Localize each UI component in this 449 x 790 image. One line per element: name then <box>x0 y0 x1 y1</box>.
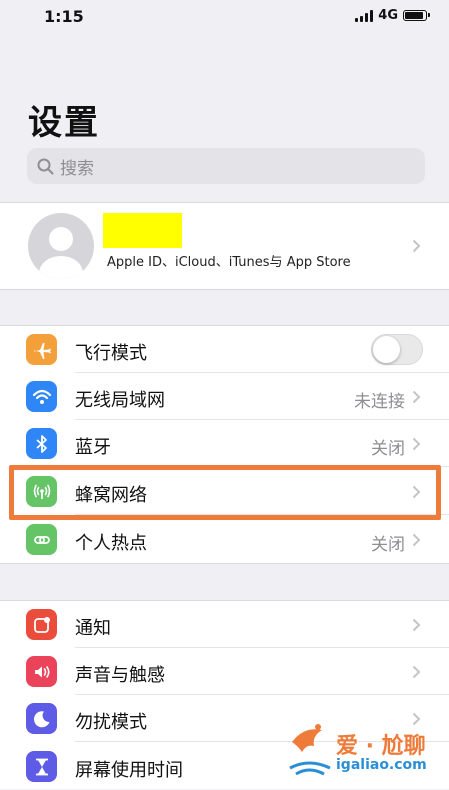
notifications-icon <box>26 609 57 640</box>
battery-icon <box>403 10 430 21</box>
bluetooth-label: 蓝牙 <box>75 437 111 458</box>
speaker-icon <box>26 656 57 687</box>
chevron-right-icon <box>412 665 421 679</box>
chevron-right-icon <box>412 239 421 253</box>
chevron-right-icon <box>412 533 421 547</box>
bluetooth-icon <box>26 428 57 459</box>
notifications-row[interactable]: 通知 <box>0 601 449 648</box>
hotspot-icon <box>26 524 57 555</box>
chevron-right-icon <box>412 390 421 404</box>
divider <box>0 563 449 564</box>
search-placeholder: 搜索 <box>60 158 94 179</box>
status-time: 1:15 <box>44 7 84 26</box>
screen-time-label: 屏幕使用时间 <box>75 760 183 781</box>
airplane-mode-toggle[interactable] <box>371 334 423 365</box>
watermark-text: 爱 · 尬聊 <box>336 734 426 759</box>
toggle-knob <box>373 336 400 363</box>
wifi-value: 未连接 <box>354 392 405 412</box>
hourglass-icon <box>26 751 57 782</box>
bluetooth-row[interactable]: 蓝牙 关闭 <box>0 420 449 467</box>
hotspot-row[interactable]: 个人热点 关闭 <box>0 516 449 563</box>
page-title: 设置 <box>28 103 100 143</box>
network-type: 4G <box>378 8 398 23</box>
redacted-name <box>103 213 182 248</box>
wifi-row[interactable]: 无线局域网 未连接 <box>0 373 449 420</box>
chevron-right-icon <box>412 437 421 451</box>
search-icon <box>37 158 54 174</box>
sounds-label: 声音与触感 <box>75 665 165 686</box>
divider <box>0 289 449 290</box>
sounds-row[interactable]: 声音与触感 <box>0 648 449 695</box>
highlight-box <box>9 465 441 520</box>
notifications-label: 通知 <box>75 618 111 639</box>
status-bar: 1:15 4G <box>0 0 449 34</box>
avatar <box>28 213 94 279</box>
airplane-icon <box>26 334 57 365</box>
hotspot-label: 个人热点 <box>75 533 147 554</box>
wifi-label: 无线局域网 <box>75 390 165 411</box>
airplane-mode-row: 飞行模式 <box>0 326 449 373</box>
search-input[interactable]: 搜索 <box>27 148 425 184</box>
person-icon <box>39 227 83 279</box>
profile-subtitle: Apple ID、iCloud、iTunes与 App Store <box>107 255 351 270</box>
battery-level <box>405 12 423 19</box>
watermark-url: igaliao.com <box>336 757 427 773</box>
moon-icon <box>26 703 57 734</box>
airplane-mode-label: 飞行模式 <box>75 343 147 364</box>
dnd-label: 勿扰模式 <box>75 712 147 733</box>
hotspot-value: 关闭 <box>371 535 405 555</box>
signal-icon <box>355 9 374 22</box>
status-indicators: 4G <box>355 8 430 23</box>
wifi-icon <box>26 381 57 412</box>
bluetooth-value: 关闭 <box>371 439 405 459</box>
chevron-right-icon <box>412 618 421 632</box>
watermark-logo <box>289 724 331 776</box>
apple-id-row[interactable] <box>0 203 449 289</box>
watermark: 爱 · 尬聊 igaliao.com <box>284 722 444 782</box>
connectivity-group: 飞行模式 无线局域网 未连接 蓝牙 关闭 蜂窝网络 个人热点 关闭 <box>0 326 449 563</box>
